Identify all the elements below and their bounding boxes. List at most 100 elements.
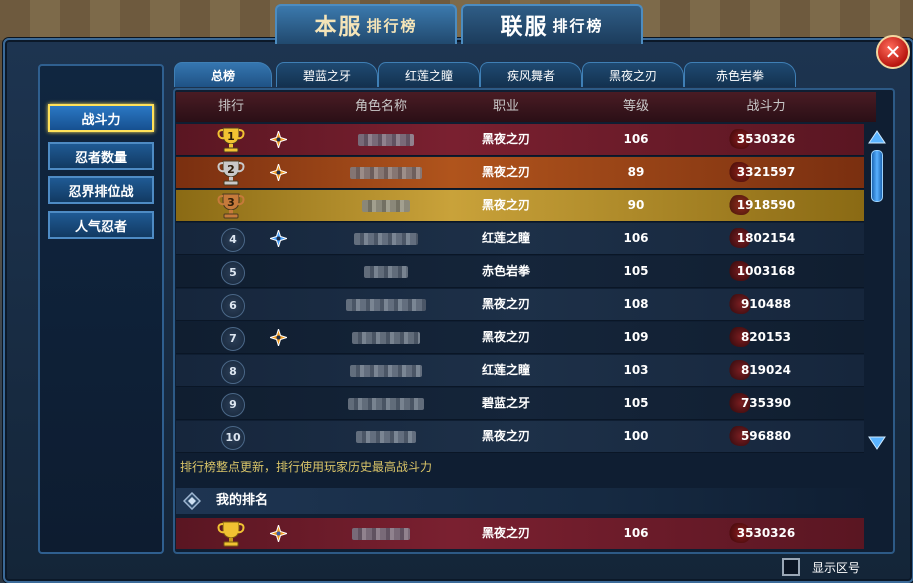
rank-number: 6 [221, 294, 245, 318]
my-rank-header: 我的排名 [176, 488, 876, 514]
player-name-blurred [362, 200, 410, 212]
scrollbar[interactable] [868, 130, 886, 450]
power-cell: 3321597 [736, 165, 796, 179]
player-name-blurred [352, 528, 410, 540]
class-tabs: 总榜 碧蓝之牙 红莲之瞳 疾风舞者 黑夜之刃 赤色岩拳 [174, 62, 814, 88]
my-rank-label: 我的排名 [216, 493, 269, 508]
player-name-blurred [350, 167, 422, 179]
table-row[interactable]: 8 红莲之瞳 103 819024 [176, 355, 864, 387]
close-icon: ✕ [884, 40, 902, 64]
level-cell: 90 [627, 198, 645, 212]
category-ranked-battle[interactable]: 忍界排位战 [48, 176, 154, 204]
table-row[interactable]: 10 黑夜之刃 100 596880 [176, 421, 864, 453]
close-button[interactable]: ✕ [876, 35, 910, 69]
my-level: 106 [623, 526, 649, 540]
header-job: 职业 [492, 99, 519, 114]
silver-trophy-icon: 2 [217, 160, 245, 186]
job-cell: 黑夜之刃 [481, 198, 530, 212]
table-row[interactable]: 9 碧蓝之牙 105 735390 [176, 388, 864, 420]
category-ninja-count[interactable]: 忍者数量 [48, 142, 154, 170]
category-panel: 战斗力 忍者数量 忍界排位战 人气忍者 [38, 64, 164, 554]
tab-server-ranking[interactable]: 本服 排行榜 [275, 4, 457, 44]
tab-night-blade[interactable]: 黑夜之刃 [582, 62, 684, 87]
job-cell: 碧蓝之牙 [481, 396, 530, 410]
level-cell: 106 [623, 132, 649, 146]
table-row[interactable]: 5 赤色岩拳 105 1003168 [176, 256, 864, 288]
category-popular-ninja[interactable]: 人气忍者 [48, 211, 154, 239]
power-cell: 3530326 [736, 132, 796, 146]
power-cell: 1003168 [736, 264, 796, 278]
shuriken-icon [270, 230, 287, 247]
job-cell: 赤色岩拳 [481, 264, 530, 278]
my-power: 3530326 [736, 526, 796, 540]
rank-number: 7 [221, 327, 245, 351]
table-row[interactable]: 3 黑夜之刃 90 1918590 [176, 190, 864, 222]
power-cell: 1918590 [736, 198, 796, 212]
tab-cross-server-ranking-label: 联服 [500, 14, 549, 40]
tab-crimson-eye[interactable]: 红莲之瞳 [378, 62, 480, 87]
table-row[interactable]: 1 黑夜之刃 106 3530326 [176, 124, 864, 156]
power-cell: 820153 [740, 330, 792, 344]
power-cell: 596880 [740, 429, 792, 443]
header-power: 战斗力 [746, 99, 786, 114]
player-name-blurred [358, 134, 414, 146]
job-cell: 黑夜之刃 [481, 165, 530, 179]
scroll-up-icon[interactable] [868, 130, 886, 144]
header-name: 角色名称 [354, 99, 407, 114]
level-cell: 100 [623, 429, 649, 443]
ranking-list: 1 黑夜之刃 106 3530326 2 黑夜之刃 89 3321597 3 黑夜之刃 90 1918… [176, 124, 864, 454]
player-name-blurred [346, 299, 426, 311]
player-name-blurred [348, 398, 424, 410]
header-level: 等级 [622, 99, 649, 114]
rank-number: 8 [221, 360, 245, 384]
gold-trophy-icon [217, 521, 245, 547]
level-cell: 109 [623, 330, 649, 344]
title-tabs: 本服 排行榜 联服 排行榜 [275, 4, 647, 44]
power-cell: 735390 [740, 396, 792, 410]
level-cell: 106 [623, 231, 649, 245]
my-rank-row[interactable]: 黑夜之刃 106 3530326 [176, 518, 864, 549]
rank-number: 5 [221, 261, 245, 285]
tab-server-ranking-suffix: 排行榜 [366, 16, 418, 35]
table-row[interactable]: 4 红莲之瞳 106 1802154 [176, 223, 864, 255]
job-cell: 黑夜之刃 [481, 429, 530, 443]
rank-number: 3 [227, 196, 235, 209]
show-zone-label: 显示区号 [812, 560, 861, 575]
power-cell: 1802154 [736, 231, 796, 245]
power-cell: 819024 [740, 363, 792, 377]
tab-gale-dancer[interactable]: 疾风舞者 [480, 62, 582, 87]
rank-number: 10 [221, 426, 245, 450]
tab-server-ranking-label: 本服 [314, 14, 363, 40]
tab-cross-server-ranking[interactable]: 联服 排行榜 [461, 4, 643, 44]
scroll-thumb[interactable] [871, 150, 883, 202]
rank-number: 1 [227, 130, 235, 143]
table-row[interactable]: 6 黑夜之刃 108 910488 [176, 289, 864, 321]
tab-cross-server-ranking-suffix: 排行榜 [552, 16, 604, 35]
table-row[interactable]: 7 黑夜之刃 109 820153 [176, 322, 864, 354]
tab-red-rock-fist[interactable]: 赤色岩拳 [684, 62, 796, 87]
category-battle-power[interactable]: 战斗力 [48, 104, 154, 132]
job-cell: 红莲之瞳 [481, 363, 530, 377]
bronze-trophy-icon: 3 [217, 193, 245, 219]
diamond-icon [183, 492, 201, 510]
level-cell: 103 [623, 363, 649, 377]
shuriken-icon [270, 131, 287, 148]
show-zone-checkbox[interactable] [782, 558, 800, 576]
tab-azure-fang[interactable]: 碧蓝之牙 [276, 62, 378, 87]
table-row[interactable]: 2 黑夜之刃 89 3321597 [176, 157, 864, 189]
rank-number: 4 [221, 228, 245, 252]
show-zone-toggle[interactable]: 显示区号 [782, 558, 860, 576]
table-header: 排行 角色名称 职业 等级 战斗力 [176, 92, 876, 122]
header-rank: 排行 [217, 99, 244, 114]
job-cell: 红莲之瞳 [481, 231, 530, 245]
level-cell: 105 [623, 396, 649, 410]
rank-number: 2 [227, 163, 235, 176]
level-cell: 108 [623, 297, 649, 311]
player-name-blurred [364, 266, 408, 278]
job-cell: 黑夜之刃 [481, 297, 530, 311]
tab-overall[interactable]: 总榜 [174, 62, 272, 87]
my-job: 黑夜之刃 [481, 526, 530, 540]
rank-number: 9 [221, 393, 245, 417]
gold-trophy-icon: 1 [217, 127, 245, 153]
scroll-down-icon[interactable] [868, 436, 886, 450]
